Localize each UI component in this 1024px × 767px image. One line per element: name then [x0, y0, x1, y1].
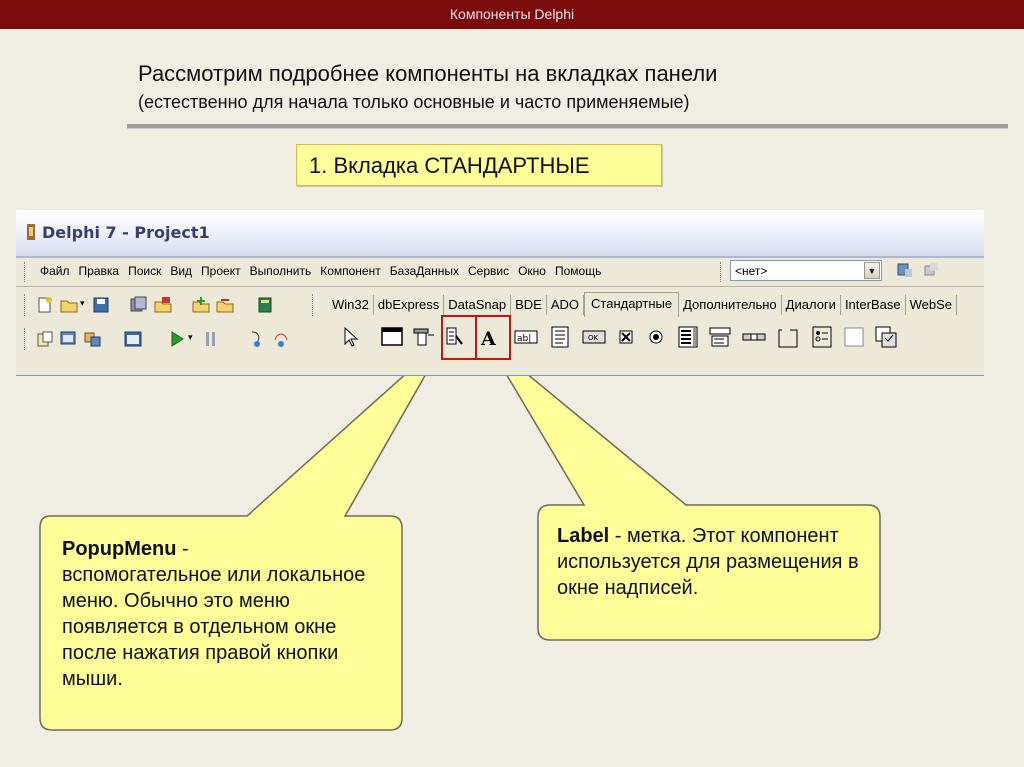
delphi-logo-icon — [27, 224, 35, 240]
label-term: Label — [557, 525, 610, 547]
tab-datasnap[interactable]: DataSnap — [444, 295, 512, 315]
toggle-form-unit-icon[interactable] — [84, 330, 102, 348]
toolbar-grip[interactable] — [720, 262, 725, 282]
menu-view[interactable]: Вид — [170, 264, 192, 278]
desktop-combo-value: <нет> — [735, 264, 768, 278]
menu-search[interactable]: Поиск — [128, 264, 161, 278]
button-icon[interactable]: OK — [582, 325, 606, 349]
ide-window-title: Delphi 7 - Project1 — [42, 223, 210, 242]
pause-icon[interactable] — [202, 330, 220, 348]
label-callout: Label - метка. Этот компонент использует… — [557, 523, 867, 601]
toolbar-grip[interactable] — [24, 294, 29, 316]
tab-win32[interactable]: Win32 — [328, 295, 374, 315]
new-form-icon[interactable] — [124, 330, 142, 348]
combobox-icon[interactable] — [708, 325, 732, 349]
popupmenu-term: PopupMenu — [62, 538, 177, 560]
menu-edit[interactable]: Правка — [79, 264, 120, 278]
run-icon[interactable] — [168, 330, 186, 348]
checkbox-icon[interactable] — [614, 325, 638, 349]
chevron-down-icon[interactable]: ▼ — [864, 262, 880, 279]
menu-component[interactable]: Компонент — [320, 264, 381, 278]
toolbar-grip[interactable] — [24, 328, 29, 350]
remove-from-project-icon[interactable] — [216, 296, 234, 314]
new-icon[interactable] — [36, 296, 54, 314]
chevron-down-icon[interactable]: ▾ — [188, 332, 193, 343]
save-all-icon[interactable] — [130, 296, 148, 314]
tab-standard[interactable]: Стандартные — [584, 292, 680, 317]
actionlist-icon[interactable] — [874, 325, 898, 349]
tab-ado[interactable]: ADO — [547, 295, 585, 315]
popupmenu-description: вспомогательное или локальное меню. Обыч… — [62, 564, 366, 690]
tab-interbase[interactable]: InterBase — [841, 295, 906, 315]
toolbar-grip[interactable] — [24, 262, 29, 282]
tab-additional[interactable]: Дополнительно — [679, 295, 782, 315]
toolbar-grip[interactable] — [312, 294, 317, 316]
menu-database[interactable]: БазаДанных — [390, 264, 459, 278]
svg-text:OK: OK — [588, 334, 599, 342]
component-palette: A ab| OK — [328, 318, 984, 358]
tab-webservices[interactable]: WebSe — [906, 295, 957, 315]
svg-text:ab|: ab| — [517, 334, 531, 344]
scrollbar-icon[interactable] — [742, 325, 766, 349]
desktop-combo[interactable]: <нет> ▼ — [730, 260, 882, 281]
save-desktop-icon[interactable] — [896, 261, 914, 279]
chevron-down-icon[interactable]: ▾ — [80, 298, 85, 309]
ide-title-bar: Delphi 7 - Project1 — [16, 210, 984, 258]
groupbox-icon[interactable] — [776, 325, 800, 349]
highlight-divider — [475, 315, 477, 360]
menu-run[interactable]: Выполнить — [250, 264, 312, 278]
menu-help[interactable]: Помощь — [555, 264, 601, 278]
palette-tabs: Win32 dbExpress DataSnap BDE ADO Стандар… — [328, 292, 957, 318]
tab-bde[interactable]: BDE — [511, 295, 547, 315]
tab-dbexpress[interactable]: dbExpress — [374, 295, 445, 315]
view-unit-icon[interactable] — [36, 330, 54, 348]
popupmenu-dash: - — [176, 538, 189, 560]
set-debug-desktop-icon[interactable] — [922, 261, 940, 279]
edit-icon[interactable]: ab| — [514, 325, 538, 349]
menu-tools[interactable]: Сервис — [468, 264, 509, 278]
panel-icon[interactable] — [842, 325, 866, 349]
menu-file[interactable]: Файл — [40, 264, 70, 278]
open-project-icon[interactable] — [154, 296, 172, 314]
tab-dialogs[interactable]: Диалоги — [782, 295, 841, 315]
trace-into-icon[interactable] — [248, 330, 266, 348]
menu-project[interactable]: Проект — [201, 264, 241, 278]
menu-window[interactable]: Окно — [518, 264, 546, 278]
mainmenu-icon[interactable] — [412, 325, 436, 349]
frames-icon[interactable] — [380, 325, 404, 349]
memo-icon[interactable] — [548, 325, 572, 349]
view-form-icon[interactable] — [60, 330, 78, 348]
save-icon[interactable] — [92, 296, 110, 314]
help-book-icon[interactable] — [256, 296, 274, 314]
step-over-icon[interactable] — [272, 330, 290, 348]
radiobutton-icon[interactable] — [644, 325, 668, 349]
open-icon[interactable] — [60, 296, 78, 314]
radiogroup-icon[interactable] — [810, 325, 834, 349]
menu-list: Файл Правка Поиск Вид Проект Выполнить К… — [40, 264, 610, 278]
delphi-ide-screenshot: Delphi 7 - Project1 Файл Правка Поиск Ви… — [16, 210, 984, 376]
listbox-icon[interactable] — [676, 325, 700, 349]
pointer-icon[interactable] — [338, 325, 362, 349]
add-to-project-icon[interactable] — [192, 296, 210, 314]
popupmenu-callout: PopupMenu - вспомогательное или локально… — [62, 536, 392, 692]
